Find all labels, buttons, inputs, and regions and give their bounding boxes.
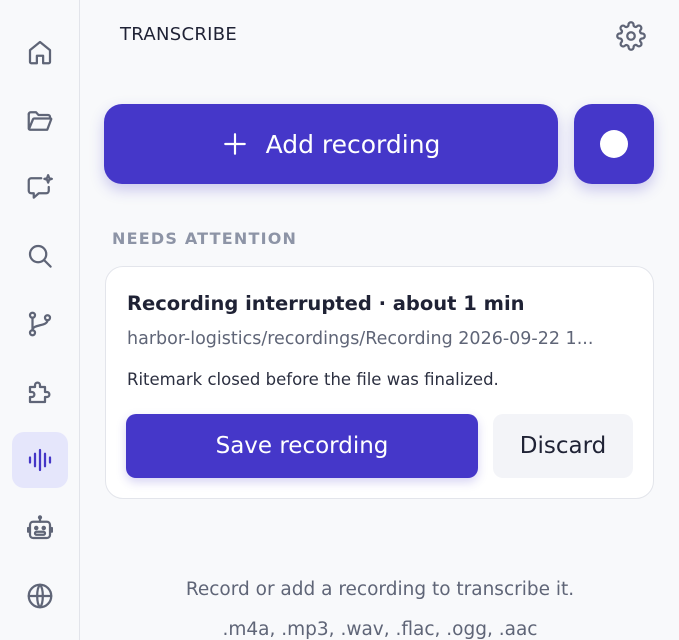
add-recording-label: Add recording bbox=[265, 129, 441, 159]
add-recording-button[interactable]: Add recording bbox=[104, 104, 558, 184]
folder-icon bbox=[27, 111, 53, 131]
hint-line-1: Record or add a recording to transcribe … bbox=[185, 579, 575, 600]
record-button[interactable] bbox=[574, 104, 654, 184]
save-recording-button[interactable]: Save recording bbox=[126, 414, 478, 478]
globe-icon bbox=[27, 583, 53, 609]
sidebar-item-web[interactable] bbox=[12, 568, 68, 624]
sidebar-item-files[interactable] bbox=[12, 93, 68, 149]
sidebar-item-transcribe[interactable] bbox=[12, 432, 68, 488]
waveform-icon bbox=[28, 448, 52, 472]
panel-title: TRANSCRIBE bbox=[120, 24, 238, 45]
gear-icon bbox=[616, 21, 646, 51]
chat-sparkle-icon bbox=[27, 174, 53, 199]
settings-button[interactable] bbox=[613, 18, 649, 54]
activity-bar bbox=[0, 0, 80, 640]
home-icon bbox=[28, 40, 52, 65]
app-window: TRANSCRIBE Add recording NEEDS ATTENTION… bbox=[0, 0, 679, 640]
plus-icon bbox=[222, 131, 248, 157]
sidebar-item-source-control[interactable] bbox=[12, 296, 68, 352]
sidebar-item-chat[interactable] bbox=[12, 159, 68, 215]
puzzle-icon bbox=[28, 381, 51, 404]
interrupted-recording-card: Recording interrupted · about 1 min harb… bbox=[105, 266, 654, 499]
supported-formats: .m4a, .mp3, .wav, .flac, .ogg, .aac bbox=[222, 619, 538, 640]
sidebar-item-home[interactable] bbox=[12, 24, 68, 80]
git-branch-icon bbox=[28, 311, 52, 337]
card-message: Ritemark closed before the file was fina… bbox=[127, 370, 499, 389]
record-dot-icon bbox=[600, 130, 628, 158]
sidebar-item-search[interactable] bbox=[12, 228, 68, 284]
empty-hint: Record or add a recording to transcribe … bbox=[81, 570, 679, 640]
transcribe-panel: TRANSCRIBE Add recording NEEDS ATTENTION… bbox=[81, 0, 679, 640]
search-icon bbox=[28, 244, 52, 268]
robot-icon bbox=[27, 515, 53, 540]
sidebar-item-extensions[interactable] bbox=[12, 364, 68, 420]
discard-button[interactable]: Discard bbox=[493, 414, 633, 478]
sidebar-item-bot[interactable] bbox=[12, 500, 68, 556]
card-title: Recording interrupted · about 1 min bbox=[127, 292, 525, 315]
recording-path: harbor-logistics/recordings/Recording 20… bbox=[127, 329, 594, 349]
needs-attention-label: NEEDS ATTENTION bbox=[112, 229, 298, 248]
